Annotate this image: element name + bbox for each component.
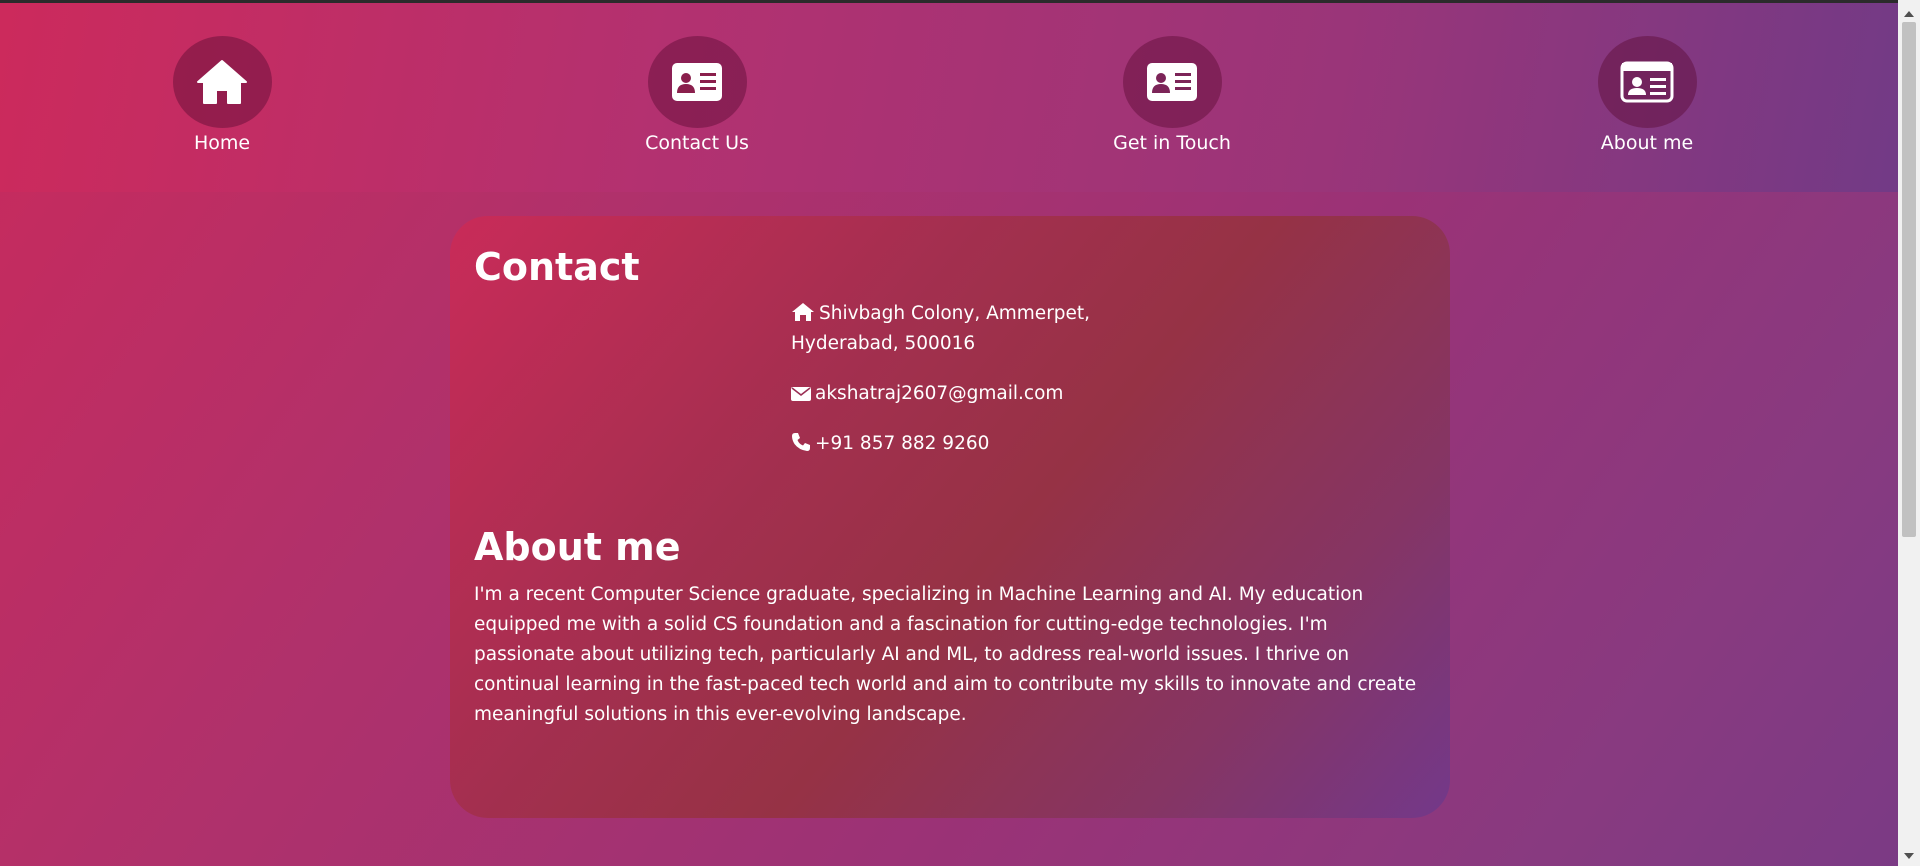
- about-heading: About me: [474, 525, 681, 569]
- address-line-1: Shivbagh Colony, Ammerpet,: [819, 303, 1091, 324]
- contact-heading: Contact: [474, 245, 640, 289]
- home-icon: [197, 60, 247, 104]
- envelope-icon: [791, 387, 811, 401]
- scroll-up-arrow-icon[interactable]: [1898, 4, 1920, 24]
- id-card-icon: [672, 63, 722, 101]
- id-card-icon: [1147, 63, 1197, 101]
- nav-contact-us-circle: [647, 36, 747, 128]
- contact-about-card: Contact Shivbagh Colony, Ammerpet, Hyder…: [450, 216, 1450, 818]
- scrollbar-thumb[interactable]: [1902, 22, 1916, 537]
- nav-item-home[interactable]: Home: [122, 36, 322, 154]
- contact-phone: +91 857 882 9260: [791, 429, 989, 459]
- nav-home-circle: [172, 36, 272, 128]
- top-navigation-bar: Home Contact Us Get in Touch About me: [0, 0, 1898, 192]
- nav-item-get-in-touch[interactable]: Get in Touch: [1072, 36, 1272, 154]
- phone-icon: [792, 433, 810, 451]
- address-line-2: Hyderabad, 500016: [791, 333, 976, 354]
- contact-address: Shivbagh Colony, Ammerpet, Hyderabad, 50…: [791, 299, 1090, 359]
- vertical-scrollbar[interactable]: [1898, 0, 1920, 866]
- contact-email: akshatraj2607@gmail.com: [791, 379, 1063, 409]
- phone-number[interactable]: +91 857 882 9260: [815, 433, 989, 454]
- home-icon: [792, 303, 814, 321]
- nav-item-contact-us[interactable]: Contact Us: [597, 36, 797, 154]
- scroll-down-arrow-icon[interactable]: [1898, 846, 1920, 866]
- nav-label-home: Home: [193, 132, 251, 154]
- nav-label-get-in-touch: Get in Touch: [1113, 132, 1231, 154]
- nav-label-contact-us: Contact Us: [645, 132, 749, 154]
- id-card-outline-icon: [1620, 61, 1674, 103]
- about-paragraph: I'm a recent Computer Science graduate, …: [474, 584, 1417, 725]
- nav-item-about-me[interactable]: About me: [1547, 36, 1747, 154]
- nav-label-about-me: About me: [1600, 132, 1694, 154]
- nav-about-me-circle: [1597, 36, 1697, 128]
- nav-get-in-touch-circle: [1122, 36, 1222, 128]
- email-link[interactable]: akshatraj2607@gmail.com: [815, 383, 1063, 404]
